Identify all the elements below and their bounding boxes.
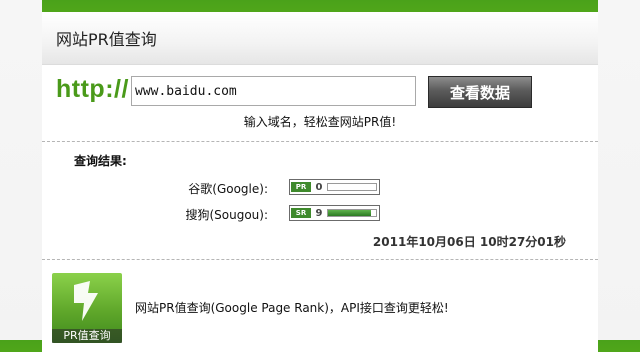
query-button[interactable]: 查看数据 bbox=[428, 76, 532, 108]
page-title: 网站PR值查询 bbox=[56, 30, 157, 49]
sougou-sr-badge: SR 9 bbox=[289, 205, 380, 221]
query-timestamp: 2011年10月06日 10时27分01秒 bbox=[372, 235, 566, 249]
app-icon-caption: PR值查询 bbox=[52, 329, 122, 343]
domain-input[interactable] bbox=[131, 76, 416, 106]
sougou-sr-value: 9 bbox=[315, 207, 323, 219]
google-rank-row: 谷歌(Google): PR 0 bbox=[42, 179, 598, 197]
results-label: 查询结果: bbox=[74, 154, 127, 168]
sougou-rank-row: 搜狗(Sougou): SR 9 bbox=[42, 205, 598, 223]
pr-tag: PR bbox=[291, 182, 311, 192]
divider bbox=[42, 259, 598, 260]
sougou-rank-label: 搜狗(Sougou): bbox=[185, 208, 268, 222]
http-prefix-label: http:// bbox=[56, 75, 129, 103]
pr-query-app-icon[interactable]: PR值查询 bbox=[52, 273, 122, 343]
input-hint: 输入域名，轻松查网站PR值! bbox=[243, 115, 397, 129]
google-pr-bar bbox=[327, 183, 377, 191]
left-margin bbox=[0, 0, 42, 340]
google-pr-value: 0 bbox=[315, 181, 323, 193]
right-margin bbox=[598, 0, 640, 340]
google-pr-badge: PR 0 bbox=[289, 179, 380, 195]
sr-tag: SR bbox=[291, 208, 311, 218]
panel-header: 网站PR值查询 bbox=[42, 12, 598, 65]
pr-query-panel: 网站PR值查询 http:// 查看数据 输入域名，轻松查网站PR值! 查询结果… bbox=[42, 12, 598, 352]
google-rank-label: 谷歌(Google): bbox=[188, 182, 268, 196]
divider bbox=[42, 141, 598, 142]
sougou-sr-bar-fill bbox=[328, 210, 372, 216]
sougou-sr-bar bbox=[327, 209, 377, 217]
leaf-logo-icon bbox=[74, 281, 98, 321]
footer-description: 网站PR值查询(Google Page Rank)，API接口查询更轻松! bbox=[135, 301, 449, 315]
